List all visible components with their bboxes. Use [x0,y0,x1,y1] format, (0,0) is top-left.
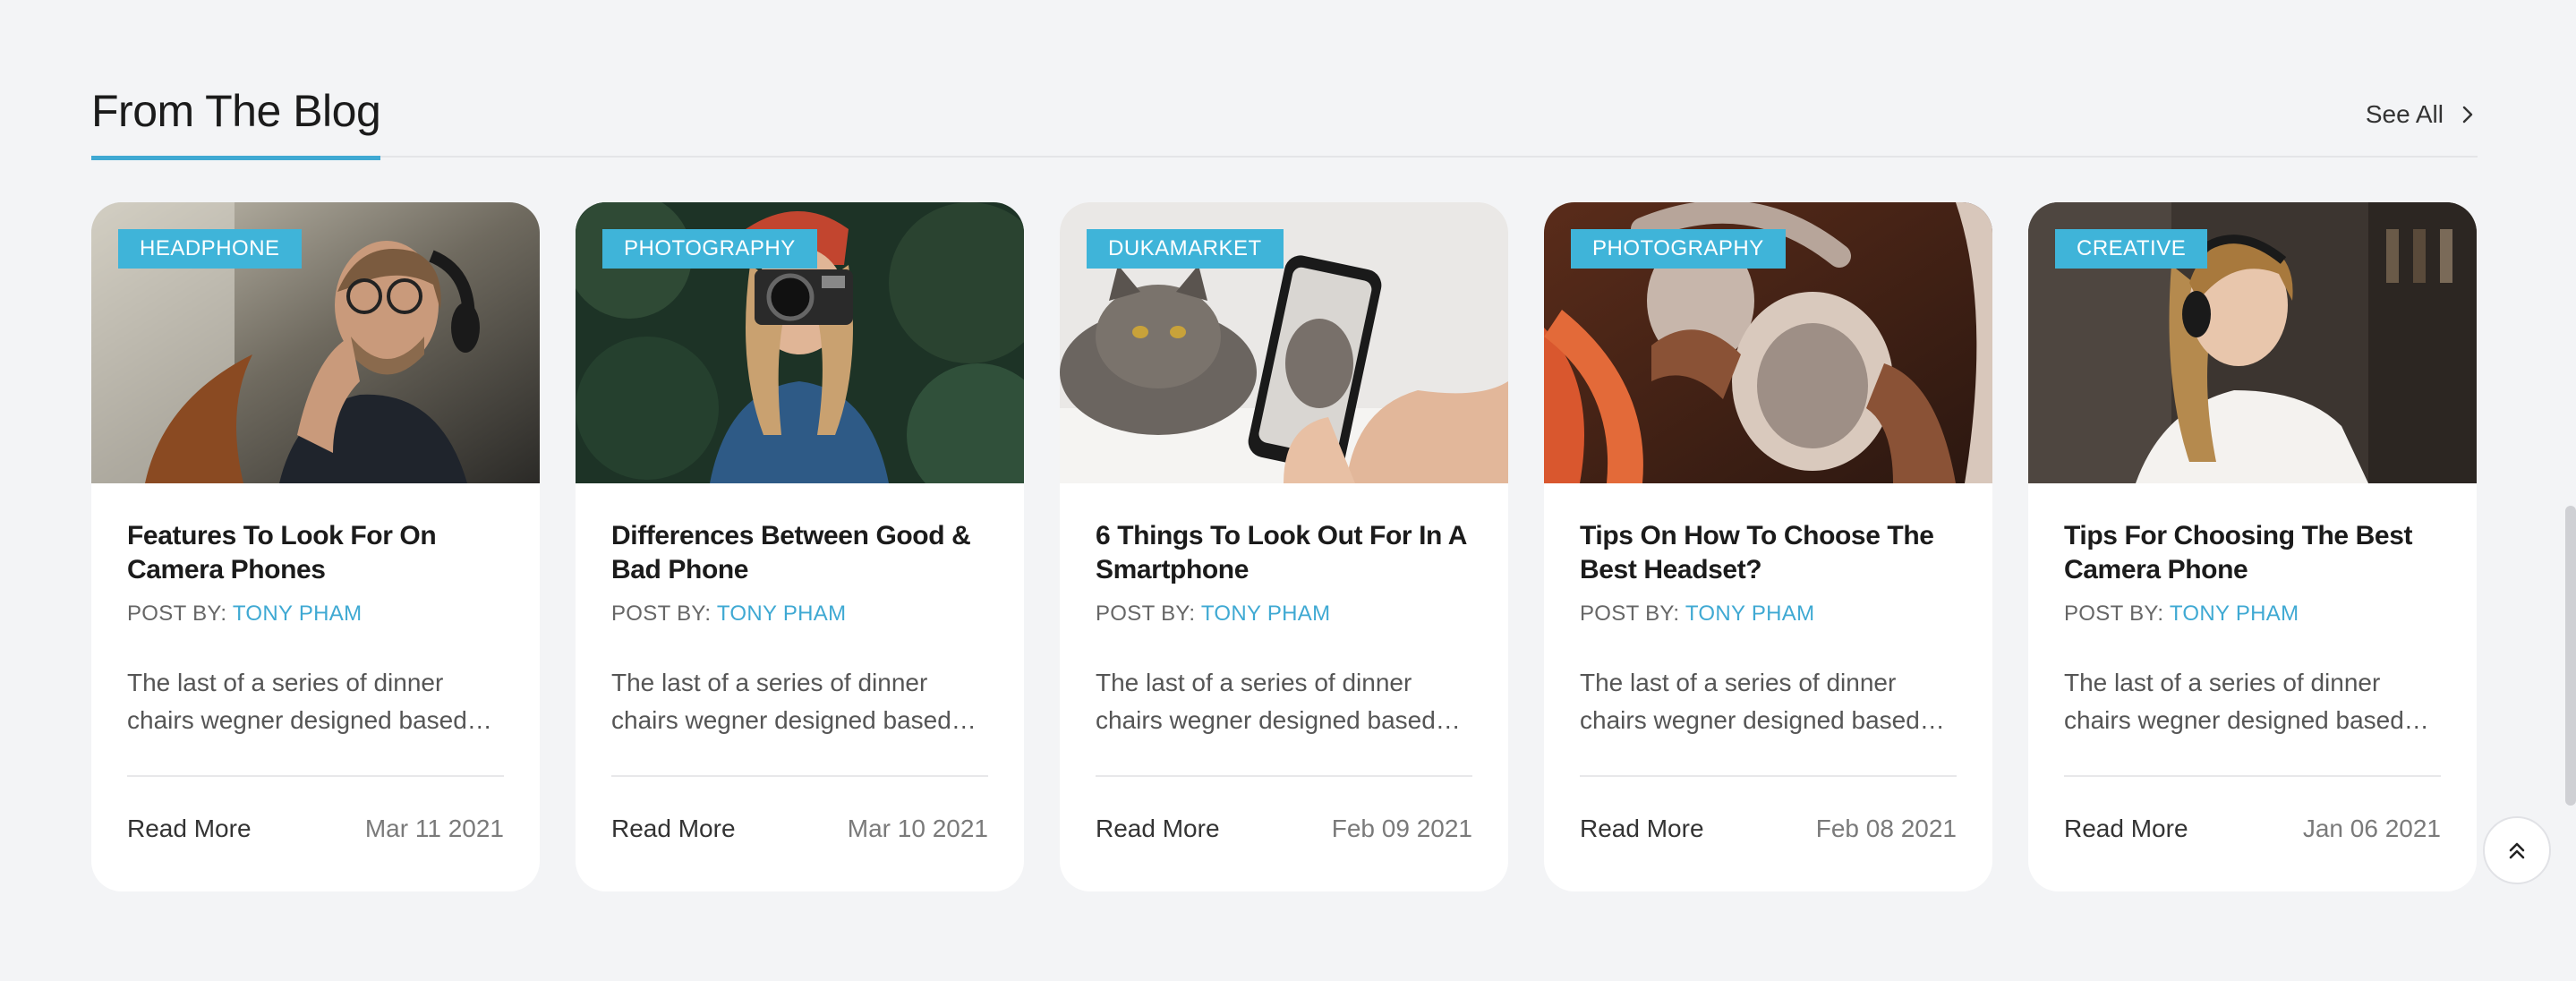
post-byline: POST BY: TONY PHAM [127,601,504,627]
excerpt-line: chairs wegner designed based… [1580,706,1945,734]
post-title-line: Features To Look For On [127,521,437,550]
post-byline: POST BY: TONY PHAM [611,601,988,627]
post-author-link[interactable]: TONY PHAM [1685,601,1815,626]
post-title[interactable]: Tips For Choosing The Best Camera Phone [2064,519,2441,587]
blog-card-footer: Read More Mar 10 2021 [576,777,1024,843]
chevron-right-icon [2462,106,2473,124]
post-title-line: Best Headset? [1580,555,1762,584]
read-more-link[interactable]: Read More [1580,815,1704,843]
post-title-line: Differences Between Good & [611,521,971,550]
post-title[interactable]: Tips On How To Choose The Best Headset? [1580,519,1957,587]
blog-card-body: Features To Look For On Camera Phones PO… [91,483,540,739]
blog-section: From The Blog See All HEADPHONE Features… [0,0,2576,981]
post-title[interactable]: 6 Things To Look Out For In A Smartphone [1096,519,1472,587]
blog-card-footer: Read More Feb 09 2021 [1060,777,1508,843]
post-title-line: 6 Things To Look Out For In A [1096,521,1468,550]
see-all-label: See All [2365,100,2444,128]
blog-card-body: 6 Things To Look Out For In A Smartphone… [1060,483,1508,739]
read-more-link[interactable]: Read More [1096,815,1220,843]
post-author-link[interactable]: TONY PHAM [1201,601,1331,626]
blog-card-footer: Read More Mar 11 2021 [91,777,540,843]
blog-card-image[interactable]: CREATIVE [2028,202,2477,483]
back-to-top-button[interactable] [2483,816,2551,884]
category-tag[interactable]: PHOTOGRAPHY [1571,229,1786,269]
post-date: Feb 09 2021 [1331,815,1472,842]
post-title-line: Camera Phone [2064,555,2248,584]
excerpt-line: chairs wegner designed based… [1096,706,1461,734]
post-excerpt: The last of a series of dinner chairs we… [2064,664,2441,739]
excerpt-line: The last of a series of dinner [127,669,444,696]
byline-prefix: POST BY: [127,601,233,626]
post-title-line: Camera Phones [127,555,326,584]
blog-card-body: Tips On How To Choose The Best Headset? … [1544,483,1992,739]
blog-card-image[interactable]: PHOTOGRAPHY [576,202,1024,483]
post-author-link[interactable]: TONY PHAM [2170,601,2299,626]
post-title-line: Smartphone [1096,555,1250,584]
blog-card: DUKAMARKET 6 Things To Look Out For In A… [1060,202,1508,891]
blog-card-body: Differences Between Good & Bad Phone POS… [576,483,1024,739]
post-author-link[interactable]: TONY PHAM [233,601,363,626]
category-tag[interactable]: DUKAMARKET [1087,229,1284,269]
blog-card-body: Tips For Choosing The Best Camera Phone … [2028,483,2477,739]
read-more-link[interactable]: Read More [611,815,736,843]
post-title-line: Tips On How To Choose The [1580,521,1934,550]
see-all-link[interactable]: See All [2366,100,2478,129]
category-tag[interactable]: HEADPHONE [118,229,302,269]
excerpt-line: chairs wegner designed based… [2064,706,2429,734]
category-tag[interactable]: PHOTOGRAPHY [602,229,817,269]
post-title-line: Bad Phone [611,555,749,584]
byline-prefix: POST BY: [2064,601,2170,626]
post-excerpt: The last of a series of dinner chairs we… [1096,664,1472,739]
excerpt-line: The last of a series of dinner [1096,669,1412,696]
category-tag[interactable]: CREATIVE [2055,229,2208,269]
blog-card-image[interactable]: HEADPHONE [91,202,540,483]
section-header: From The Blog See All [91,82,2478,160]
post-excerpt: The last of a series of dinner chairs we… [611,664,988,739]
post-byline: POST BY: TONY PHAM [1096,601,1472,627]
excerpt-line: chairs wegner designed based… [611,706,977,734]
excerpt-line: The last of a series of dinner [1580,669,1897,696]
blog-card: CREATIVE Tips For Choosing The Best Came… [2028,202,2477,891]
excerpt-line: chairs wegner designed based… [127,706,492,734]
post-byline: POST BY: TONY PHAM [1580,601,1957,627]
blog-card-footer: Read More Feb 08 2021 [1544,777,1992,843]
post-excerpt: The last of a series of dinner chairs we… [1580,664,1957,739]
post-byline: POST BY: TONY PHAM [2064,601,2441,627]
blog-card-image[interactable]: DUKAMARKET [1060,202,1508,483]
blog-card-list: HEADPHONE Features To Look For On Camera… [91,202,2477,891]
blog-card-footer: Read More Jan 06 2021 [2028,777,2477,843]
post-title-line: Tips For Choosing The Best [2064,521,2413,550]
blog-card: PHOTOGRAPHY Tips On How To Choose The Be… [1544,202,1992,891]
blog-card: HEADPHONE Features To Look For On Camera… [91,202,540,891]
byline-prefix: POST BY: [611,601,717,626]
excerpt-line: The last of a series of dinner [611,669,928,696]
post-date: Feb 08 2021 [1815,815,1957,842]
read-more-link[interactable]: Read More [2064,815,2188,843]
byline-prefix: POST BY: [1580,601,1685,626]
post-date: Mar 11 2021 [364,815,504,842]
blog-card: PHOTOGRAPHY Differences Between Good & B… [576,202,1024,891]
double-chevron-up-icon [2509,842,2525,859]
post-author-link[interactable]: TONY PHAM [717,601,847,626]
section-title: From The Blog [91,82,381,160]
blog-card-image[interactable]: PHOTOGRAPHY [1544,202,1992,483]
post-date: Jan 06 2021 [2302,815,2441,842]
byline-prefix: POST BY: [1096,601,1201,626]
post-excerpt: The last of a series of dinner chairs we… [127,664,504,739]
post-title[interactable]: Features To Look For On Camera Phones [127,519,504,587]
excerpt-line: The last of a series of dinner [2064,669,2381,696]
page-scrollbar[interactable] [2565,506,2576,806]
post-date: Mar 10 2021 [847,815,988,842]
read-more-link[interactable]: Read More [127,815,252,843]
post-title[interactable]: Differences Between Good & Bad Phone [611,519,988,587]
